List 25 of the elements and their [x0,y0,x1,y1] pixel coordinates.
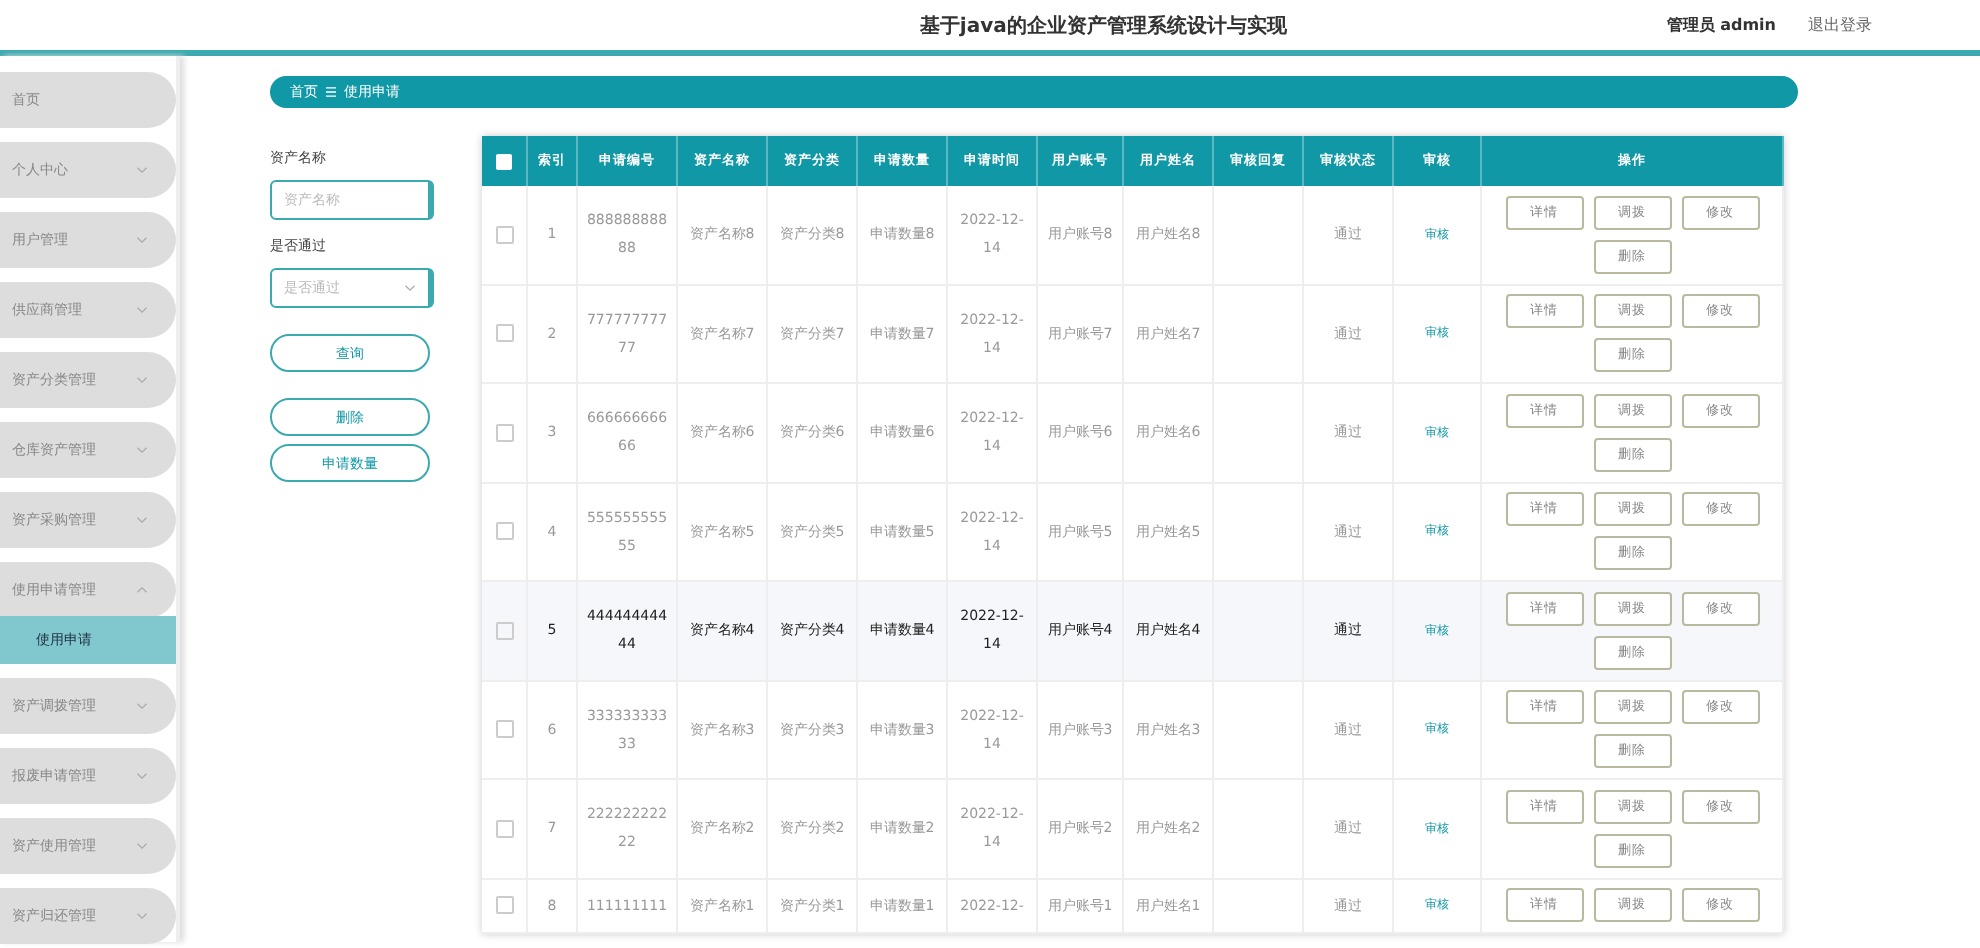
page-title: 基于java的企业资产管理系统设计与实现 [917,12,1289,39]
chevron-icon [136,772,148,780]
user-label: 管理员 admin [1666,14,1776,36]
logout-link[interactable]: 退出登录 [1808,14,1872,36]
checkbox[interactable] [495,621,513,640]
chevron-icon [136,446,148,454]
chevron-icon [136,516,148,524]
chevron-icon [136,306,148,314]
chevron-icon [136,842,148,850]
chevron-icon [136,586,148,594]
checkbox[interactable] [495,324,513,343]
chevron-icon [136,166,148,174]
checkbox[interactable] [495,225,513,244]
chevron-icon [404,284,416,292]
chevron-icon [136,236,148,244]
chevron-icon [136,912,148,920]
checkbox[interactable] [495,423,513,442]
chevron-icon [136,702,148,710]
checkbox[interactable] [495,896,513,914]
checkbox[interactable] [496,153,512,169]
chevron-icon [136,376,148,384]
separator-icon [326,86,336,98]
checkbox[interactable] [495,819,513,838]
checkbox[interactable] [495,720,513,739]
checkbox[interactable] [495,522,513,541]
